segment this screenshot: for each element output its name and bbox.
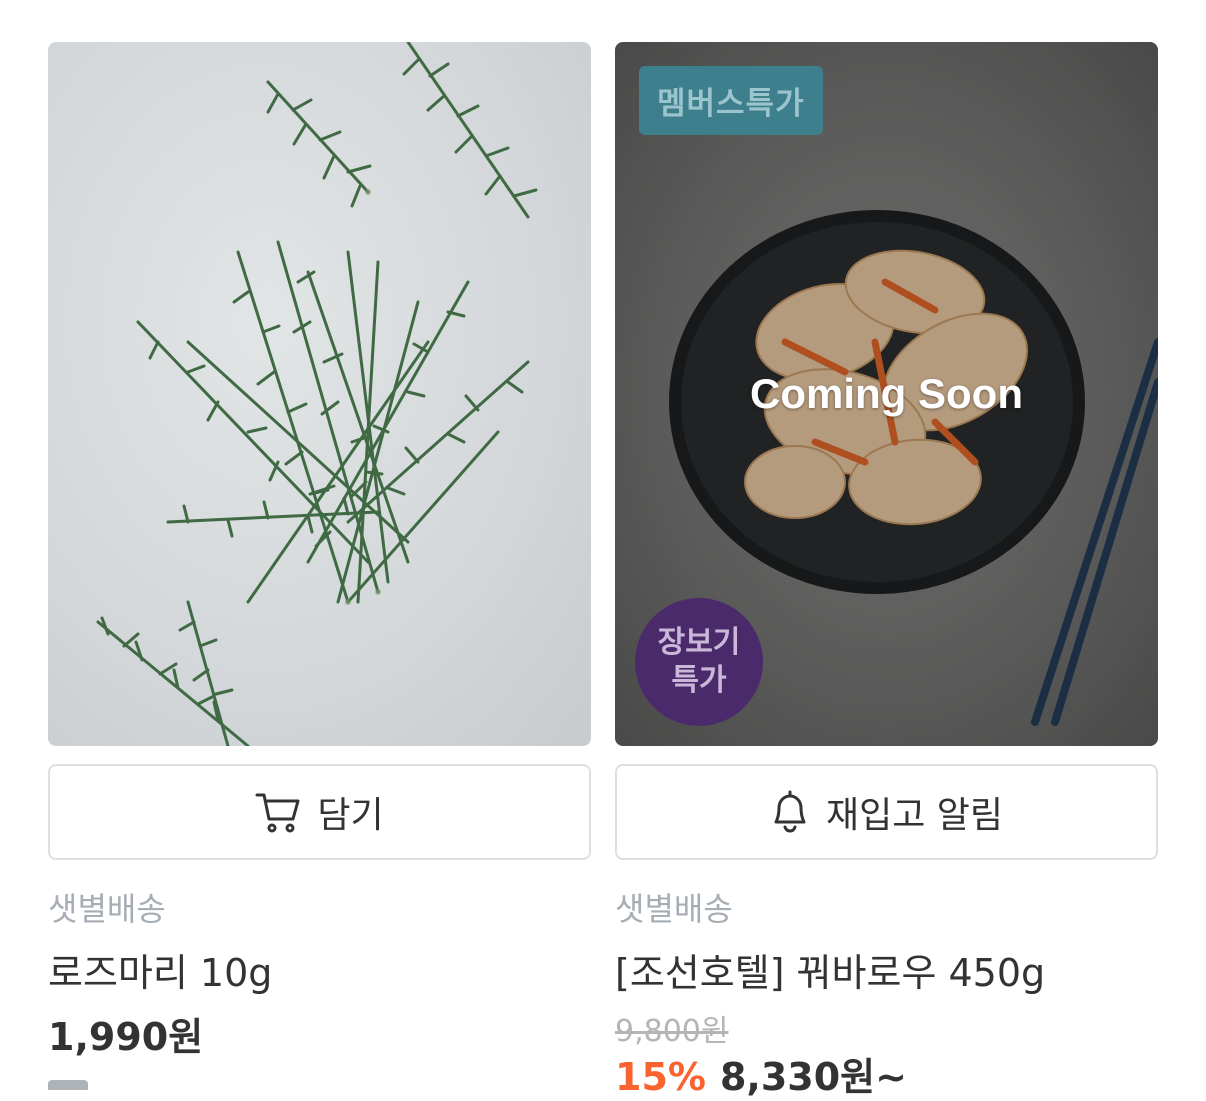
product-name[interactable]: 로즈마리 10g bbox=[48, 942, 272, 997]
restock-alert-label: 재입고 알림 bbox=[825, 795, 1004, 836]
product-price: 1,990원 bbox=[48, 1015, 204, 1059]
product-card-guobaorou[interactable]: 멤버스특가 Coming Soon 장보기 특가 재입고 알림 샛별배송 [조선… bbox=[615, 42, 1158, 1099]
grocery-special-badge-line1: 장보기 bbox=[657, 625, 741, 660]
bell-icon bbox=[770, 790, 810, 834]
product-image-rosemary[interactable] bbox=[48, 42, 591, 746]
restock-alert-button[interactable]: 재입고 알림 bbox=[615, 764, 1158, 860]
discount-rate: 15% bbox=[615, 1055, 706, 1099]
delivery-type: 샛별배송 bbox=[48, 890, 166, 928]
product-grid: 담기 샛별배송 로즈마리 10g 1,990원 멤버스특가 Coming Soo… bbox=[0, 0, 1206, 1099]
grocery-special-badge-line2: 특가 bbox=[671, 663, 727, 698]
grocery-special-badge: 장보기 특가 bbox=[635, 598, 763, 726]
sale-price-row: 15% 8,330원~ bbox=[615, 1046, 907, 1101]
add-to-cart-label: 담기 bbox=[317, 795, 384, 836]
sale-price: 8,330원~ bbox=[719, 1055, 907, 1099]
cart-icon bbox=[255, 791, 301, 833]
product-name[interactable]: [조선호텔] 꿔바로우 450g bbox=[615, 942, 1045, 997]
member-price-badge: 멤버스특가 bbox=[639, 66, 823, 135]
product-card-rosemary[interactable]: 담기 샛별배송 로즈마리 10g 1,990원 bbox=[48, 42, 591, 1059]
coming-soon-overlay: Coming Soon bbox=[750, 370, 1023, 417]
delivery-type: 샛별배송 bbox=[615, 890, 733, 928]
coupon-tag-partial bbox=[48, 1080, 88, 1090]
add-to-cart-button[interactable]: 담기 bbox=[48, 764, 591, 860]
rosemary-illustration bbox=[96, 42, 538, 746]
original-price: 9,800원 bbox=[615, 1014, 729, 1049]
product-image-guobaorou[interactable]: 멤버스특가 Coming Soon 장보기 특가 bbox=[615, 42, 1158, 746]
